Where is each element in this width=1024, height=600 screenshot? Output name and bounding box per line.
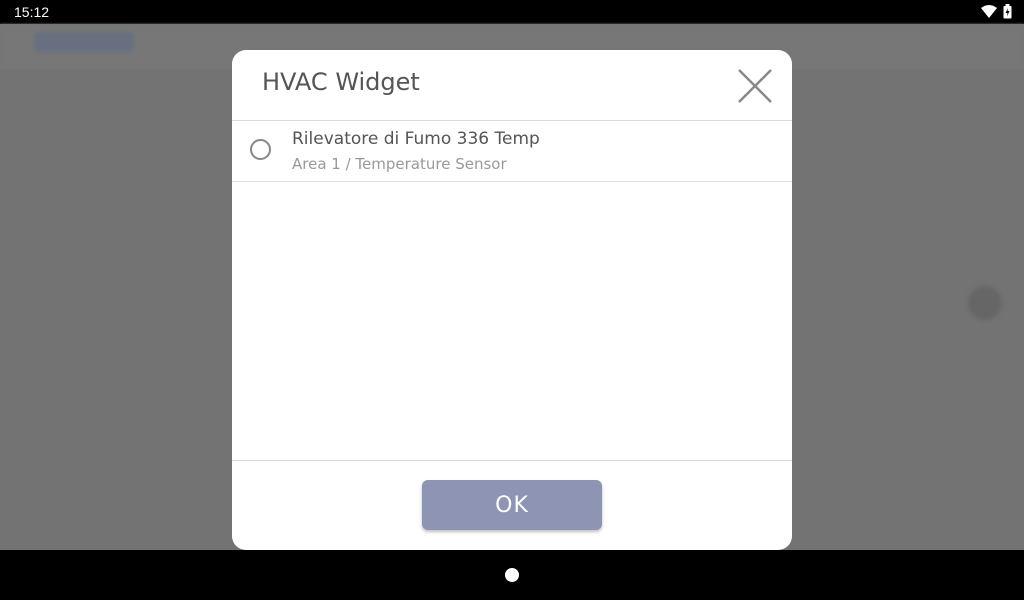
status-time: 15:12 bbox=[14, 4, 50, 20]
close-icon bbox=[738, 69, 772, 103]
wifi-icon bbox=[981, 4, 997, 18]
close-button[interactable] bbox=[736, 67, 774, 105]
radio-button[interactable] bbox=[250, 139, 271, 160]
dialog-footer: OK bbox=[232, 460, 792, 550]
app-logo-dimmed bbox=[34, 32, 134, 52]
hvac-widget-dialog: HVAC Widget Rilevatore di Fumo 336 Temp … bbox=[232, 50, 792, 550]
list-item[interactable]: Rilevatore di Fumo 336 Temp Area 1 / Tem… bbox=[232, 121, 792, 182]
item-title: Rilevatore di Fumo 336 Temp bbox=[292, 129, 540, 149]
dialog-title: HVAC Widget bbox=[262, 68, 420, 96]
battery-icon bbox=[1003, 4, 1012, 19]
status-bar: 15:12 bbox=[0, 0, 1024, 24]
dialog-header: HVAC Widget bbox=[232, 50, 792, 121]
ok-button[interactable]: OK bbox=[422, 480, 602, 530]
item-subtitle: Area 1 / Temperature Sensor bbox=[292, 155, 507, 173]
home-button[interactable] bbox=[505, 568, 519, 582]
status-icons bbox=[981, 4, 1012, 19]
floating-button-dimmed bbox=[968, 286, 1002, 320]
